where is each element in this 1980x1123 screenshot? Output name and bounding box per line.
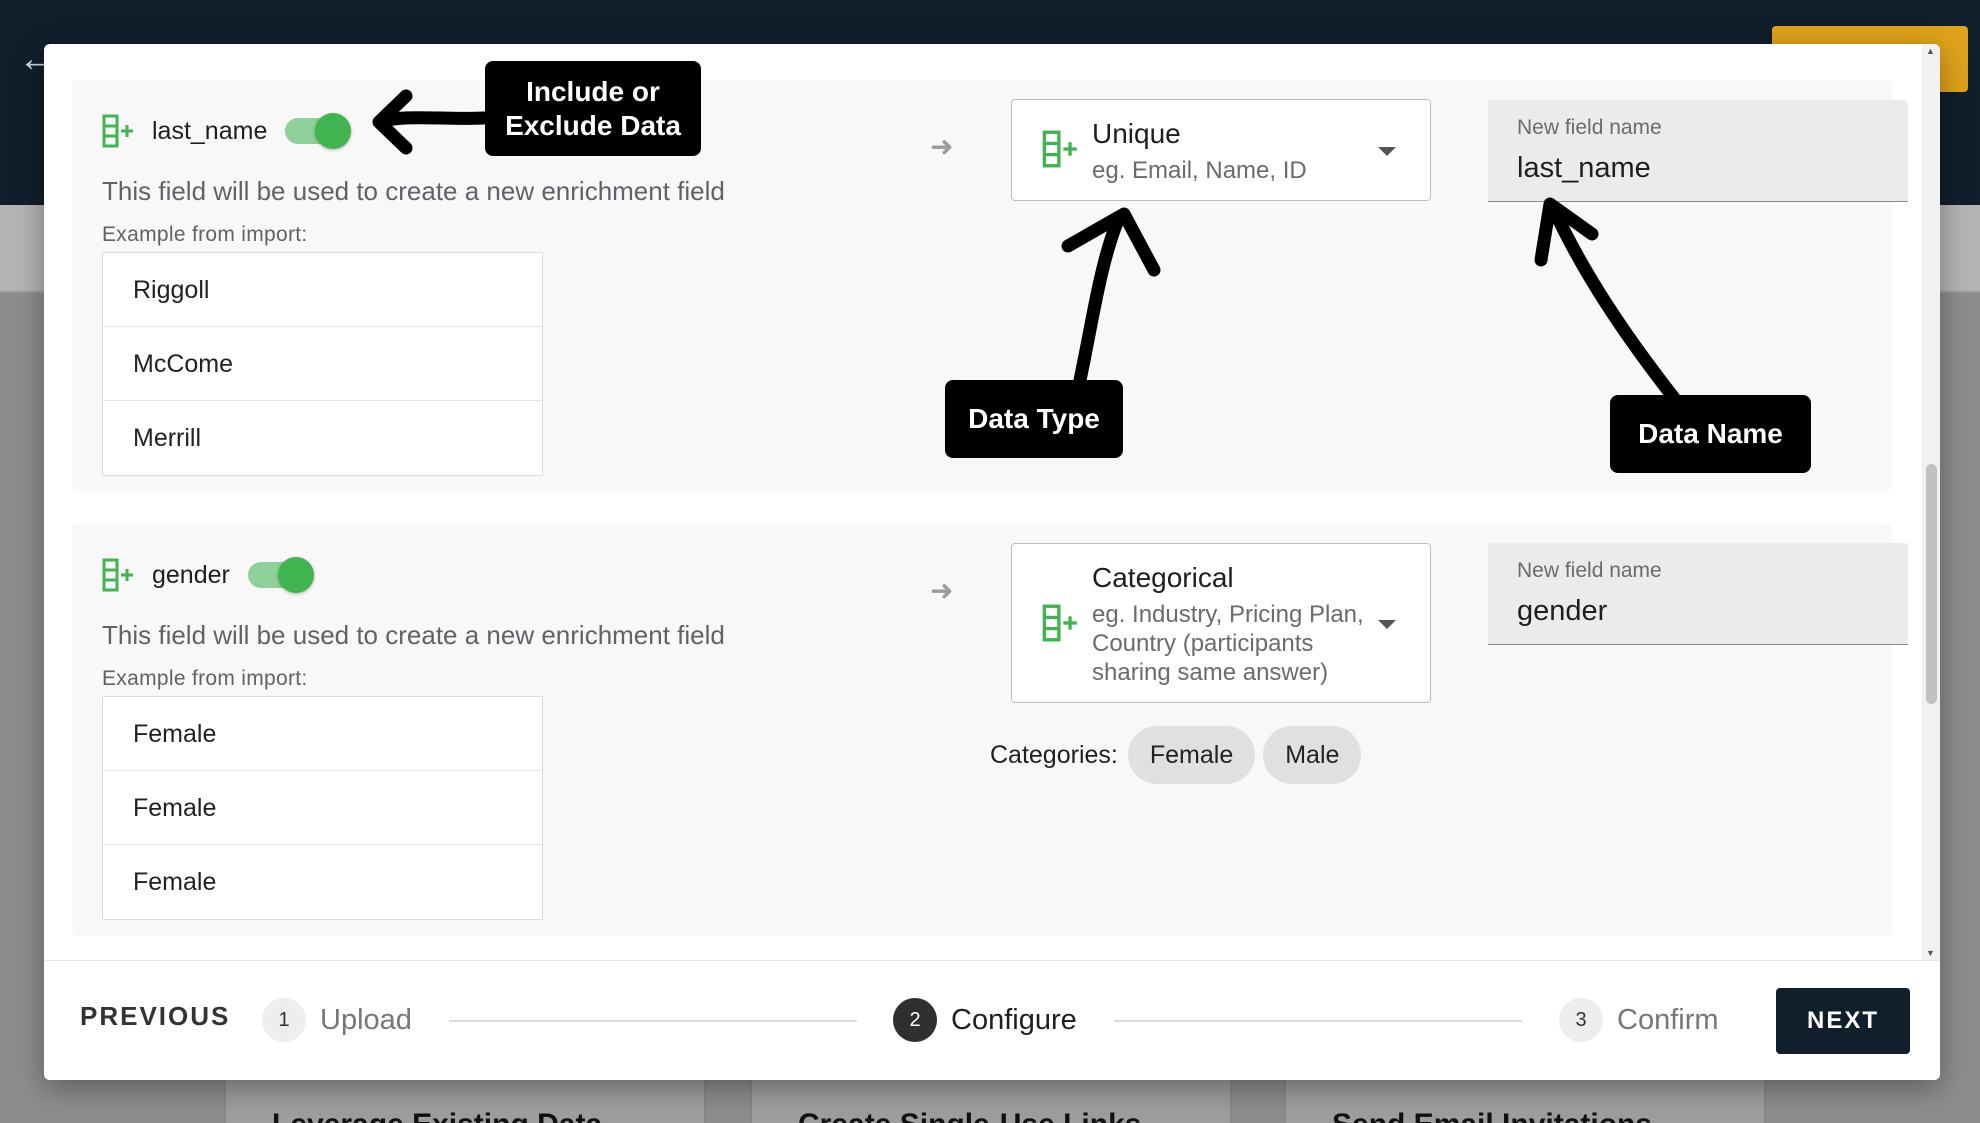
step-number: 3 <box>1559 998 1603 1042</box>
new-field-name-label: New field name <box>1517 559 1662 582</box>
step-configure: 2 Configure <box>893 998 1077 1042</box>
step-upload: 1 Upload <box>262 998 412 1042</box>
wizard-footer: PREVIOUS 1 Upload 2 Configure 3 Confirm … <box>44 960 1940 1080</box>
data-type-select[interactable]: Unique eg. Email, Name, ID <box>1011 99 1431 201</box>
next-button[interactable]: NEXT <box>1776 988 1910 1054</box>
new-field-name-value: gender <box>1517 595 1608 627</box>
fields-scroll-area[interactable]: last_name This field will be used to cre… <box>44 44 1922 960</box>
bg-card-email[interactable]: Send Email Invitations <box>1284 1078 1766 1123</box>
field-description: This field will be used to create a new … <box>102 620 725 650</box>
step-connector <box>449 1020 857 1022</box>
chevron-down-icon <box>1378 147 1396 156</box>
categories-label: Categories: <box>990 740 1118 769</box>
annotation-data-type: Data Type <box>945 380 1123 458</box>
add-field-icon <box>1042 604 1077 642</box>
annotation-include-exclude: Include or Exclude Data <box>485 61 701 156</box>
include-toggle[interactable] <box>285 113 352 149</box>
step-number: 1 <box>262 998 306 1042</box>
bg-card-title: Send Email Invitations <box>1332 1108 1652 1123</box>
include-toggle[interactable] <box>247 557 314 593</box>
data-type-name: Unique <box>1092 118 1181 149</box>
arrow-right-icon: ➜ <box>930 575 954 606</box>
step-label: Upload <box>320 1003 412 1036</box>
example-label: Example from import: <box>102 223 308 246</box>
new-field-name-label: New field name <box>1517 116 1662 139</box>
step-confirm: 3 Confirm <box>1559 998 1719 1042</box>
chevron-down-icon <box>1378 620 1396 629</box>
new-field-name-input[interactable]: New field name gender <box>1488 543 1908 645</box>
annotation-data-name: Data Name <box>1610 395 1811 473</box>
add-field-icon <box>102 114 133 148</box>
arrow-right-icon: ➜ <box>930 131 954 162</box>
field-header: gender <box>102 557 314 593</box>
example-list: Riggoll McCome Merrill <box>102 252 543 476</box>
bg-card-title: Create Single-Use Links <box>798 1108 1141 1123</box>
toggle-knob <box>315 113 352 149</box>
previous-button[interactable]: PREVIOUS <box>80 1001 230 1032</box>
add-field-icon <box>1042 130 1077 168</box>
toggle-knob <box>277 557 314 593</box>
new-field-name-input[interactable]: New field name last_name <box>1488 100 1908 202</box>
bg-card-single-use[interactable]: Create Single-Use Links <box>750 1078 1232 1123</box>
field-card-gender: gender This field will be used to create… <box>72 524 1908 936</box>
field-title: last_name <box>152 116 268 145</box>
field-title: gender <box>152 560 230 589</box>
data-type-name: Categorical <box>1092 562 1234 593</box>
scroll-up-icon[interactable]: ▲ <box>1926 46 1935 56</box>
step-label: Configure <box>951 1003 1077 1036</box>
scroll-down-icon[interactable]: ▼ <box>1926 948 1935 958</box>
example-row: Merrill <box>133 424 202 452</box>
example-list: Female Female Female <box>102 696 543 920</box>
step-label: Confirm <box>1617 1003 1719 1036</box>
data-type-hint: eg. Industry, Pricing Plan, Country (par… <box>1092 601 1364 686</box>
bg-card-leverage[interactable]: Leverage Existing Data <box>224 1078 706 1123</box>
field-header: last_name <box>102 113 352 149</box>
example-row: Female <box>103 697 542 771</box>
configure-modal: last_name This field will be used to cre… <box>44 44 1940 1080</box>
new-field-name-value: last_name <box>1517 152 1651 184</box>
categories-row: Categories: Female Male <box>990 726 1369 784</box>
category-chip-male[interactable]: Male <box>1263 726 1362 784</box>
step-connector <box>1114 1020 1522 1022</box>
data-type-hint: eg. Email, Name, ID <box>1092 157 1307 184</box>
scroll-thumb[interactable] <box>1926 464 1937 704</box>
example-row: Female <box>133 868 217 896</box>
step-number: 2 <box>893 998 937 1042</box>
example-row: McCome <box>103 327 542 401</box>
field-description: This field will be used to create a new … <box>102 176 725 206</box>
category-chip-female[interactable]: Female <box>1127 726 1256 784</box>
vertical-scrollbar[interactable]: ▲ ▼ <box>1922 44 1940 960</box>
data-type-select[interactable]: Categorical eg. Industry, Pricing Plan, … <box>1011 543 1431 703</box>
bg-card-title: Leverage Existing Data <box>272 1108 602 1123</box>
example-label: Example from import: <box>102 667 308 690</box>
add-field-icon <box>102 558 133 592</box>
example-row: Riggoll <box>103 253 542 327</box>
example-row: Female <box>103 771 542 845</box>
